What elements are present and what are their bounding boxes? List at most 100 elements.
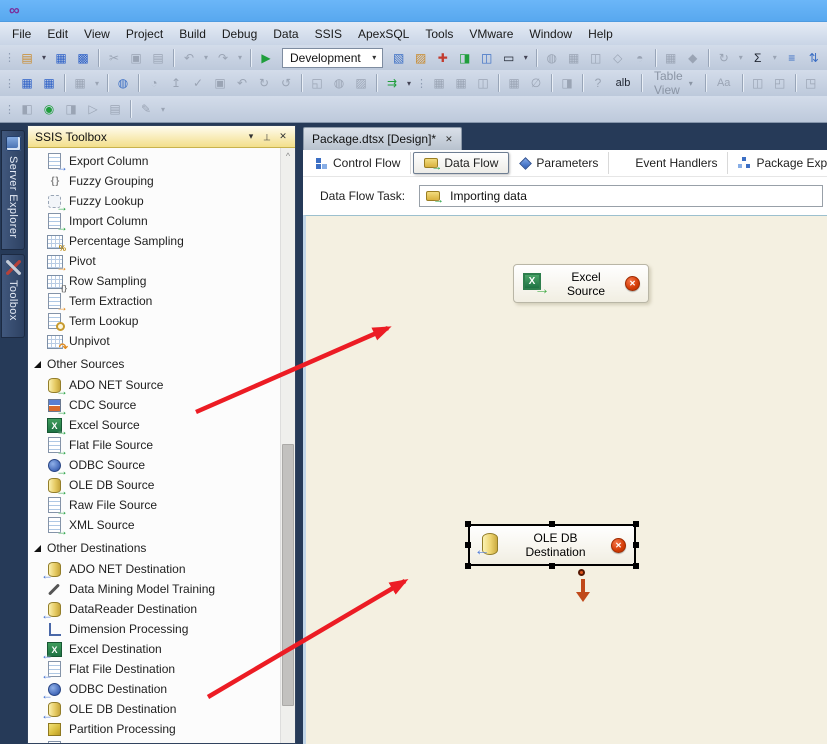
redo-icon[interactable]: ↷ — [213, 48, 233, 68]
help-icon[interactable]: ? — [588, 73, 608, 93]
command-window-icon[interactable]: ▭ — [499, 48, 519, 68]
grid-format-icon[interactable]: ▦ — [17, 73, 37, 93]
toolbox-item[interactable]: Export Column — [28, 151, 279, 171]
toolbox-item[interactable]: Partition Processing — [28, 719, 279, 739]
solution-explorer-icon[interactable]: ▧ — [389, 48, 409, 68]
validate-icon[interactable]: ✓ — [188, 73, 208, 93]
sidebar-tab-server-explorer[interactable]: Server Explorer — [1, 130, 25, 250]
designer-view-tab[interactable]: Package Explorer — [728, 152, 827, 174]
toolbox-item[interactable]: Data Mining Model Training — [28, 579, 279, 599]
toolbox-item[interactable]: ODBC Destination — [28, 679, 279, 699]
configuration-combobox[interactable]: Development ▾ — [282, 48, 383, 68]
toolbox-item[interactable]: XML Source — [28, 515, 279, 535]
toolbox-item[interactable]: Flat File Source — [28, 435, 279, 455]
toolbox-item[interactable]: Raw File Destination — [28, 739, 279, 743]
menu-item[interactable]: VMware — [461, 25, 521, 43]
excel-export-icon[interactable]: ▦ — [564, 48, 584, 68]
menu-item[interactable]: ApexSQL — [350, 25, 417, 43]
pin-icon[interactable]: ⊤ — [259, 131, 275, 142]
toolbox-item[interactable]: Import Column — [28, 211, 279, 231]
edit-script-icon[interactable]: ▣ — [210, 73, 230, 93]
refresh-icon[interactable]: ↻ — [714, 48, 734, 68]
step-icon[interactable]: ▷ — [83, 99, 103, 119]
process-icon[interactable]: ◉ — [39, 99, 59, 119]
window-position-menu-icon[interactable]: ▾ — [243, 131, 259, 142]
refresh-window-icon[interactable]: ↺ — [276, 73, 296, 93]
db-properties-icon[interactable]: ▨ — [351, 73, 371, 93]
toolbox-item[interactable]: Excel Destination — [28, 639, 279, 659]
save-icon[interactable]: ▦ — [51, 48, 71, 68]
toolbox-item[interactable]: Fuzzy Grouping — [28, 171, 279, 191]
menu-item[interactable]: Window — [521, 25, 580, 43]
export-data-icon[interactable]: ◨ — [455, 48, 475, 68]
close-icon[interactable]: ✕ — [275, 131, 291, 142]
component-ole-db-destination[interactable]: ← OLE DB Destination ✕ — [468, 524, 636, 566]
cut-icon[interactable]: ✂ — [104, 48, 124, 68]
component-excel-source[interactable]: X → Excel Source ✕ — [513, 264, 649, 303]
sidebar-tab-toolbox[interactable]: Toolbox — [1, 254, 25, 338]
diagram-icon[interactable]: ◇ — [608, 48, 628, 68]
toolbox-item[interactable]: Pivot — [28, 251, 279, 271]
copy-package-icon[interactable]: ▤ — [105, 99, 125, 119]
add-table-icon[interactable]: ▦ — [429, 73, 449, 93]
layout-v-icon[interactable]: ◰ — [770, 73, 790, 93]
menu-item[interactable]: Help — [580, 25, 621, 43]
import-step-icon[interactable]: ◧ — [17, 99, 37, 119]
layout-h-icon[interactable]: ◫ — [748, 73, 768, 93]
no-edit-icon[interactable]: ∅ — [526, 73, 546, 93]
undo-icon[interactable]: ↶ — [179, 48, 199, 68]
data-flow-task-dropdown[interactable]: Importing data — [419, 185, 823, 207]
scrollbar-thumb[interactable] — [282, 444, 294, 706]
designer-view-tab[interactable]: Parameters — [511, 152, 609, 174]
sum-icon[interactable]: Σ — [748, 48, 768, 68]
schema-compare-icon[interactable]: ◫ — [477, 48, 497, 68]
toolbox-item[interactable]: Term Lookup — [28, 311, 279, 331]
menu-item[interactable]: SSIS — [307, 25, 350, 43]
menu-item[interactable]: View — [76, 25, 118, 43]
layout4-icon[interactable]: ◱ — [823, 73, 827, 93]
database-icon[interactable]: ◍ — [542, 48, 562, 68]
db-history-icon[interactable]: ◔ — [144, 73, 164, 93]
scroll-up-arrow-icon[interactable]: ^ — [281, 148, 295, 164]
toolbox-item[interactable]: Percentage Sampling — [28, 231, 279, 251]
toolbox-item[interactable]: DataReader Destination — [28, 599, 279, 619]
sort-az-icon[interactable]: ⇅ — [804, 48, 824, 68]
start-debug-icon[interactable]: ▶ — [256, 48, 276, 68]
designer-view-tab[interactable]: Control Flow — [306, 152, 411, 174]
copy-icon[interactable]: ▣ — [126, 48, 146, 68]
toolbox-item[interactable]: ADO NET Source — [28, 375, 279, 395]
database2-icon[interactable]: ◍ — [113, 73, 133, 93]
grid-format2-icon[interactable]: ▦ — [39, 73, 59, 93]
toolbox-item[interactable]: OLE DB Source — [28, 475, 279, 495]
alb-icon[interactable]: alb — [610, 73, 636, 93]
menu-item[interactable]: File — [4, 25, 39, 43]
save-all-icon[interactable]: ▩ — [73, 48, 93, 68]
new-query-icon[interactable]: ◱ — [307, 73, 327, 93]
toolbox-item[interactable]: Flat File Destination — [28, 659, 279, 679]
menu-item[interactable]: Project — [118, 25, 171, 43]
toolbox-item[interactable]: ADO NET Destination — [28, 559, 279, 579]
toolbox-scrollbar[interactable]: ^ — [280, 148, 295, 743]
revert-icon[interactable]: ↶ — [232, 73, 252, 93]
menu-item[interactable]: Debug — [214, 25, 265, 43]
menu-item[interactable]: Data — [265, 25, 306, 43]
menu-item[interactable]: Edit — [39, 25, 76, 43]
toolbox-item[interactable]: Term Extraction — [28, 291, 279, 311]
add-view-icon[interactable]: ▦ — [451, 73, 471, 93]
customize-icon[interactable]: ✚ — [433, 48, 453, 68]
configure-icon[interactable]: ✎ — [136, 99, 156, 119]
toolbox-item[interactable]: Row Sampling — [28, 271, 279, 291]
users-icon[interactable]: ◓ — [630, 48, 650, 68]
toolbox-item[interactable]: Excel Source — [28, 415, 279, 435]
db-reference-icon[interactable]: ◍ — [329, 73, 349, 93]
toolbox-group-other-sources[interactable]: Other Sources — [28, 353, 295, 375]
sync-icon[interactable]: ⇉ — [382, 73, 402, 93]
menu-item[interactable]: Build — [171, 25, 214, 43]
add-relation-icon[interactable]: ◫ — [473, 73, 493, 93]
document-tab-package-dtsx[interactable]: Package.dtsx [Design]* ✕ — [303, 127, 462, 150]
toolbox-item[interactable]: Dimension Processing — [28, 619, 279, 639]
db-refresh-icon[interactable]: ↻ — [254, 73, 274, 93]
manage-icon[interactable]: ◨ — [557, 73, 577, 93]
grid-format3-icon[interactable]: ▦ — [70, 73, 90, 93]
report-icon[interactable]: ◫ — [586, 48, 606, 68]
